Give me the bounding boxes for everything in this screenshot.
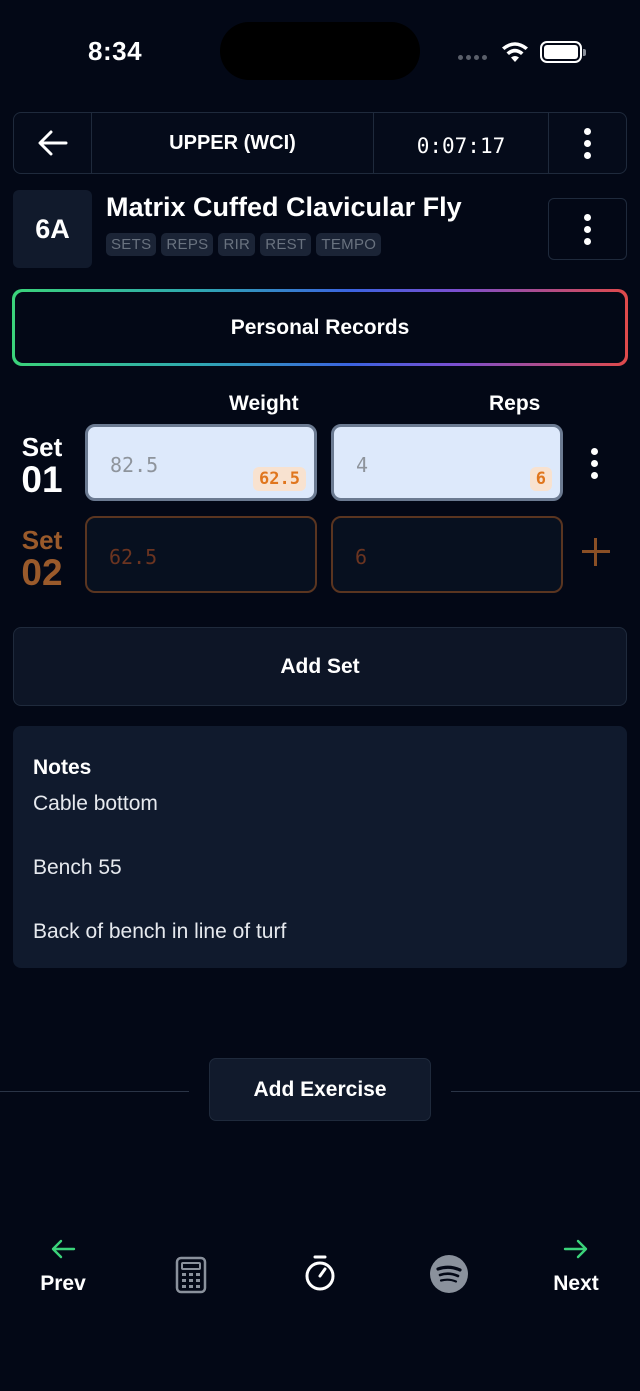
arrow-right-icon bbox=[563, 1239, 588, 1259]
set-02-weight-input[interactable]: 62.5 bbox=[85, 516, 317, 593]
wifi-icon bbox=[502, 42, 528, 62]
add-exercise-button[interactable]: Add Exercise bbox=[209, 1058, 431, 1121]
reps-value: 6 bbox=[355, 545, 368, 569]
workout-title: UPPER (WCI) bbox=[92, 113, 374, 173]
exercise-name: Matrix Cuffed Clavicular Fly bbox=[106, 192, 462, 222]
weight-placeholder: 82.5 bbox=[110, 453, 159, 477]
set-01-menu-button[interactable] bbox=[591, 448, 598, 479]
divider-left bbox=[0, 1091, 189, 1092]
arrow-left-icon bbox=[51, 1239, 76, 1259]
more-vertical-icon bbox=[584, 127, 591, 159]
exercise-code-badge: 6A bbox=[13, 190, 92, 268]
set-word: Set bbox=[21, 432, 63, 462]
status-time: 8:34 bbox=[88, 36, 143, 66]
workout-header: UPPER (WCI) 0:07:17 bbox=[13, 112, 627, 174]
reps-placeholder: 4 bbox=[356, 453, 369, 477]
tag-reps: REPS bbox=[161, 233, 214, 256]
weight-column-header: Weight bbox=[229, 392, 299, 415]
battery-icon bbox=[540, 41, 586, 63]
stopwatch-icon[interactable] bbox=[303, 1253, 337, 1293]
workout-menu-button[interactable] bbox=[549, 113, 626, 173]
weight-value: 62.5 bbox=[109, 545, 158, 569]
next-button[interactable]: Next bbox=[536, 1238, 616, 1296]
add-set-button[interactable]: Add Set bbox=[13, 627, 627, 706]
more-vertical-icon bbox=[584, 213, 591, 245]
previous-weight-badge: 62.5 bbox=[253, 467, 306, 491]
set-01-weight-input[interactable]: 82.5 62.5 bbox=[85, 424, 317, 501]
tag-rest: REST bbox=[260, 233, 312, 256]
set-02-reps-input[interactable]: 6 bbox=[331, 516, 563, 593]
set-number: 01 bbox=[21, 459, 63, 500]
reps-column-header: Reps bbox=[489, 392, 541, 415]
exercise-tags: SETS REPS RIR REST TEMPO bbox=[106, 233, 382, 256]
exercise-menu-button[interactable] bbox=[548, 198, 627, 260]
personal-records-label: Personal Records bbox=[15, 292, 625, 363]
arrow-left-icon bbox=[38, 130, 67, 156]
plus-icon[interactable] bbox=[582, 538, 610, 566]
more-vertical-icon bbox=[591, 448, 598, 479]
tag-rir: RIR bbox=[218, 233, 256, 256]
notes-title: Notes bbox=[33, 756, 92, 779]
notes-line: Back of bench in line of turf bbox=[33, 920, 287, 943]
dynamic-island bbox=[220, 22, 420, 80]
set-label-02: Set 02 bbox=[18, 527, 66, 591]
set-01-reps-input[interactable]: 4 6 bbox=[331, 424, 563, 501]
calculator-icon[interactable] bbox=[175, 1256, 207, 1294]
spotify-icon[interactable] bbox=[429, 1254, 469, 1294]
prev-button[interactable]: Prev bbox=[23, 1238, 103, 1296]
notes-panel[interactable]: Notes Cable bottom Bench 55 Back of benc… bbox=[13, 726, 627, 968]
notes-line: Cable bottom bbox=[33, 792, 158, 815]
set-word: Set bbox=[21, 525, 63, 555]
workout-timer: 0:07:17 bbox=[374, 113, 549, 173]
tag-tempo: TEMPO bbox=[316, 233, 382, 256]
previous-reps-badge: 6 bbox=[529, 467, 552, 491]
next-label: Next bbox=[553, 1272, 599, 1295]
set-number: 02 bbox=[21, 552, 63, 593]
divider-right bbox=[451, 1091, 640, 1092]
prev-label: Prev bbox=[40, 1272, 86, 1295]
set-label-01: Set 01 bbox=[18, 434, 66, 498]
cellular-signal-icon bbox=[458, 55, 487, 60]
notes-line: Bench 55 bbox=[33, 856, 122, 879]
tag-sets: SETS bbox=[106, 233, 157, 256]
back-button[interactable] bbox=[14, 113, 92, 173]
personal-records-button[interactable]: Personal Records bbox=[12, 289, 628, 366]
